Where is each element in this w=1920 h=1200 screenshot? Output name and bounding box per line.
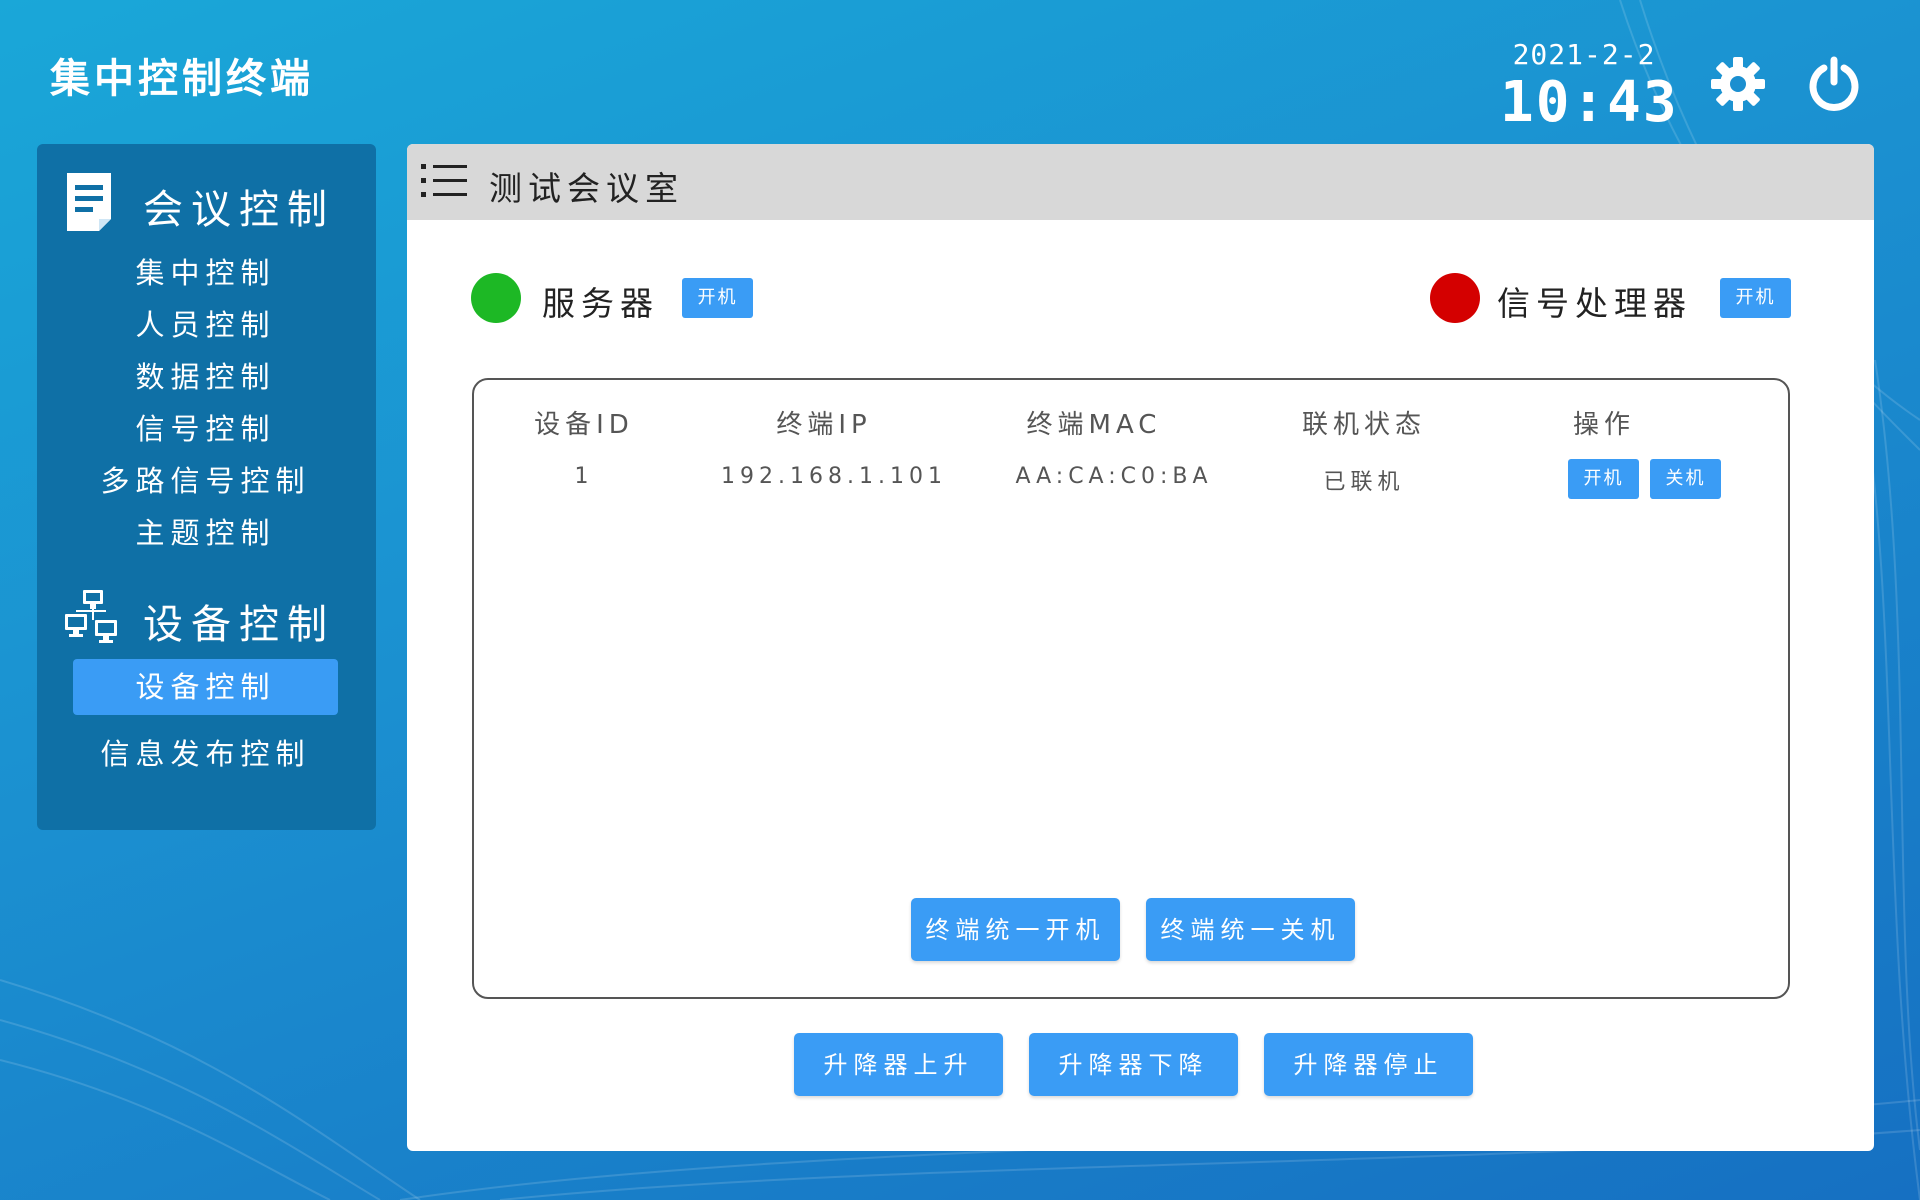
- power-icon: [1809, 56, 1859, 111]
- processor-power-on-button[interactable]: 开机: [1720, 278, 1791, 318]
- sidebar-item-central-control[interactable]: 集中控制: [73, 245, 338, 301]
- column-header-terminal-mac: 终端MAC: [1026, 410, 1162, 440]
- sidebar-item-multi-signal-control[interactable]: 多路信号控制: [73, 453, 338, 509]
- all-terminals-power-on-button[interactable]: 终端统一开机: [911, 898, 1120, 961]
- server-status-indicator: [471, 273, 521, 323]
- sidebar-item-device-control[interactable]: 设备控制: [73, 659, 338, 715]
- server-power-on-button[interactable]: 开机: [682, 278, 753, 318]
- device-table: 设备ID 终端IP 终端MAC 联机状态 操作 1 192.168.1.101 …: [472, 378, 1790, 999]
- settings-button[interactable]: [1708, 54, 1768, 114]
- server-label: 服务器: [542, 284, 659, 323]
- row-power-off-button[interactable]: 关机: [1650, 459, 1721, 499]
- main-panel: 测试会议室 服务器 开机 信号处理器 开机 设备ID 终端IP 终端MAC 联机…: [407, 144, 1874, 1151]
- column-header-operation: 操作: [1572, 410, 1635, 440]
- lift-up-button[interactable]: 升降器上升: [794, 1033, 1003, 1096]
- sidebar-item-theme-control[interactable]: 主题控制: [73, 505, 338, 561]
- sidebar-section-title: 设备控制: [143, 602, 335, 648]
- sidebar-item-signal-control[interactable]: 信号控制: [73, 401, 338, 457]
- column-header-connection-status: 联机状态: [1301, 410, 1426, 440]
- sidebar-section-meeting-control: 会议控制: [37, 159, 376, 239]
- sidebar-item-data-control[interactable]: 数据控制: [73, 349, 338, 405]
- network-computers-icon: [65, 590, 117, 643]
- sidebar: 会议控制 集中控制 人员控制 数据控制 信号控制 多路信号控制 主题控制 设备控…: [37, 144, 376, 830]
- cell-device-id: 1: [574, 464, 594, 489]
- lift-down-button[interactable]: 升降器下降: [1029, 1033, 1238, 1096]
- time-display: 10:43: [1500, 70, 1679, 135]
- power-button[interactable]: [1804, 54, 1864, 114]
- cell-connection-status: 已联机: [1323, 470, 1405, 495]
- gear-icon: [1711, 57, 1765, 111]
- sidebar-item-personnel-control[interactable]: 人员控制: [73, 297, 338, 353]
- row-power-on-button[interactable]: 开机: [1568, 459, 1639, 499]
- menu-button[interactable]: [421, 160, 467, 202]
- list-icon: [421, 164, 467, 197]
- date-display: 2021-2-2: [1512, 38, 1656, 71]
- cell-terminal-mac: AA:CA:C0:BA: [1015, 464, 1213, 489]
- all-terminals-power-off-button[interactable]: 终端统一关机: [1146, 898, 1355, 961]
- sidebar-item-info-publish-control[interactable]: 信息发布控制: [73, 726, 338, 782]
- processor-label: 信号处理器: [1497, 284, 1692, 323]
- app-title: 集中控制终端: [50, 56, 314, 102]
- column-header-device-id: 设备ID: [534, 410, 634, 440]
- sidebar-section-title: 会议控制: [143, 187, 335, 233]
- sidebar-section-device-control: 设备控制: [37, 574, 376, 654]
- panel-header: 测试会议室: [407, 144, 1874, 220]
- lift-stop-button[interactable]: 升降器停止: [1264, 1033, 1473, 1096]
- room-title: 测试会议室: [489, 169, 684, 208]
- column-header-terminal-ip: 终端IP: [776, 410, 872, 440]
- processor-status-indicator: [1430, 273, 1480, 323]
- document-icon: [67, 173, 111, 231]
